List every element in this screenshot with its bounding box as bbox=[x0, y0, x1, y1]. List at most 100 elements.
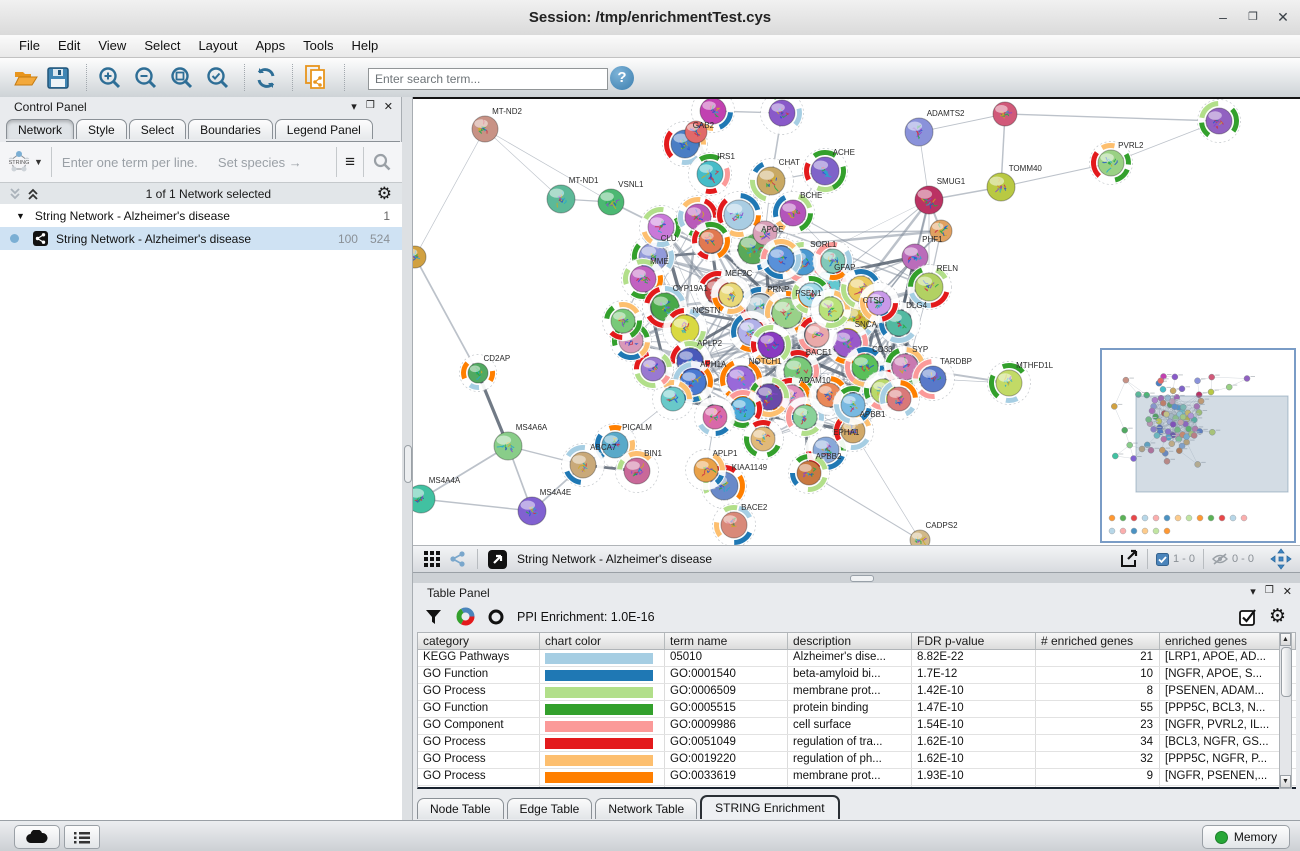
panel-menu-icon[interactable]: ▾ bbox=[1250, 585, 1256, 598]
set-species-label[interactable]: Set species → bbox=[218, 155, 302, 170]
birdseye-toggle-icon[interactable] bbox=[449, 550, 467, 568]
string-terms-input[interactable] bbox=[60, 154, 214, 171]
cloud-button[interactable] bbox=[14, 825, 60, 849]
maximize-button[interactable]: ❐ bbox=[1238, 0, 1268, 35]
table-row[interactable]: GO ComponentGO:0009986cell surface1.54E-… bbox=[418, 718, 1296, 735]
panel-menu-icon[interactable]: ▾ bbox=[351, 100, 357, 113]
scroll-up-arrow[interactable]: ▲ bbox=[1280, 633, 1291, 646]
zoom-in-icon[interactable] bbox=[96, 64, 124, 92]
column-header[interactable]: enriched genes bbox=[1160, 633, 1280, 649]
select-columns-icon[interactable] bbox=[1239, 608, 1257, 626]
network-row[interactable]: String Network - Alzheimer's disease 100… bbox=[0, 227, 402, 250]
tab-node-table[interactable]: Node Table bbox=[417, 798, 504, 819]
cell-term: 05010 bbox=[665, 650, 788, 666]
memory-button[interactable]: Memory bbox=[1202, 825, 1290, 849]
cell-genes: [IDE, KIAA1149... bbox=[1160, 786, 1280, 789]
network-from-clipboard-icon[interactable] bbox=[302, 64, 330, 92]
table-row[interactable]: GO ProcessGO:0051049regulation of tra...… bbox=[418, 735, 1296, 752]
ring-chart-icon[interactable] bbox=[487, 608, 505, 626]
cell-description: beta-amyloid m... bbox=[788, 786, 912, 789]
horizontal-splitter[interactable] bbox=[413, 573, 1300, 583]
refresh-icon[interactable] bbox=[252, 64, 280, 92]
menu-edit[interactable]: Edit bbox=[49, 35, 89, 57]
help-icon[interactable]: ? bbox=[610, 66, 634, 90]
svg-text:ADAM10: ADAM10 bbox=[799, 376, 832, 385]
string-source-selector[interactable]: STRING ▼ bbox=[6, 149, 43, 175]
tree-expanded-icon[interactable]: ▼ bbox=[16, 211, 25, 221]
network-collection-row[interactable]: ▼ String Network - Alzheimer's disease 1 bbox=[0, 204, 402, 227]
menu-tools[interactable]: Tools bbox=[294, 35, 342, 57]
svg-text:MT-ND1: MT-ND1 bbox=[569, 176, 599, 185]
birds-eye-view[interactable] bbox=[1100, 348, 1296, 543]
donut-chart-icon[interactable] bbox=[456, 607, 475, 626]
filter-icon[interactable] bbox=[425, 609, 442, 625]
table-row[interactable]: GO ProcessGO:0050435beta-amyloid m...2.0… bbox=[418, 786, 1296, 789]
save-session-icon[interactable] bbox=[44, 64, 72, 92]
scroll-thumb[interactable] bbox=[1281, 647, 1292, 697]
column-header[interactable]: # enriched genes bbox=[1036, 633, 1160, 649]
column-header[interactable]: chart color bbox=[540, 633, 665, 649]
hidden-count-badge: 0 - 0 bbox=[1204, 553, 1262, 565]
task-list-button[interactable] bbox=[64, 825, 100, 849]
tab-boundaries[interactable]: Boundaries bbox=[188, 119, 273, 139]
svg-text:APBB2: APBB2 bbox=[816, 452, 842, 461]
toolbar-separator bbox=[86, 64, 87, 91]
export-network-icon[interactable] bbox=[1119, 549, 1139, 569]
column-header[interactable]: description bbox=[788, 633, 912, 649]
collapse-all-icon[interactable] bbox=[8, 187, 22, 201]
menu-apps[interactable]: Apps bbox=[247, 35, 295, 57]
pan-tool-icon[interactable] bbox=[1270, 548, 1292, 570]
table-settings-gear-icon[interactable]: ⚙ bbox=[1269, 608, 1286, 626]
svg-text:MEF2C: MEF2C bbox=[725, 269, 752, 278]
close-panel-icon[interactable]: ✕ bbox=[1283, 585, 1292, 598]
column-header[interactable]: term name bbox=[665, 633, 788, 649]
table-row[interactable]: KEGG Pathways05010Alzheimer's dise...8.8… bbox=[418, 650, 1296, 667]
string-options-icon[interactable]: ≡ bbox=[345, 152, 355, 172]
table-scrollbar[interactable]: ▲ ▼ bbox=[1279, 632, 1292, 789]
network-panel-gear-icon[interactable]: ⚙ bbox=[377, 184, 392, 204]
table-row[interactable]: GO ProcessGO:0006509membrane prot...1.42… bbox=[418, 684, 1296, 701]
vertical-splitter[interactable] bbox=[402, 97, 413, 820]
zoom-selected-icon[interactable] bbox=[204, 64, 232, 92]
enrichment-table: categorychart colorterm namedescriptionF… bbox=[417, 632, 1296, 789]
splitter-grip[interactable] bbox=[404, 445, 412, 483]
tab-edge-table[interactable]: Edge Table bbox=[507, 798, 593, 819]
open-session-icon[interactable] bbox=[12, 64, 40, 92]
menu-help[interactable]: Help bbox=[343, 35, 388, 57]
table-row[interactable]: GO FunctionGO:0005515protein binding1.47… bbox=[418, 701, 1296, 718]
search-input[interactable] bbox=[368, 68, 608, 90]
string-search-icon[interactable] bbox=[372, 152, 392, 172]
close-panel-icon[interactable]: ✕ bbox=[384, 100, 393, 113]
string-search-row: STRING ▼ Set species → ≡ bbox=[0, 142, 402, 183]
column-header[interactable]: FDR p-value bbox=[912, 633, 1036, 649]
splitter-grip[interactable] bbox=[850, 575, 874, 582]
tab-legend-panel[interactable]: Legend Panel bbox=[275, 119, 373, 139]
tab-string-enrichment[interactable]: STRING Enrichment bbox=[700, 795, 839, 819]
zoom-out-icon[interactable] bbox=[132, 64, 160, 92]
close-button[interactable]: ✕ bbox=[1268, 0, 1298, 35]
selected-nodes-icon bbox=[1156, 553, 1169, 566]
scroll-down-arrow[interactable]: ▼ bbox=[1280, 775, 1291, 788]
table-row[interactable]: GO ProcessGO:0019220regulation of ph...1… bbox=[418, 752, 1296, 769]
float-panel-icon[interactable]: ❒ bbox=[1265, 585, 1274, 598]
tab-network-table[interactable]: Network Table bbox=[595, 798, 697, 819]
svg-text:VSNL1: VSNL1 bbox=[618, 180, 644, 189]
svg-text:NCSTN: NCSTN bbox=[693, 306, 721, 315]
menu-select[interactable]: Select bbox=[135, 35, 189, 57]
grid-view-icon[interactable] bbox=[423, 550, 441, 568]
detach-view-icon[interactable] bbox=[488, 550, 507, 569]
minimize-button[interactable]: – bbox=[1208, 0, 1238, 35]
table-row[interactable]: GO ProcessGO:0033619membrane prot...1.93… bbox=[418, 769, 1296, 786]
menu-view[interactable]: View bbox=[89, 35, 135, 57]
tab-style[interactable]: Style bbox=[76, 119, 127, 139]
network-canvas[interactable]: MT-ND2MT-ND1VSNL1GAB2IRS1CHATBCHEACHEADA… bbox=[413, 97, 1300, 545]
float-panel-icon[interactable]: ❒ bbox=[366, 100, 375, 113]
tab-network[interactable]: Network bbox=[6, 119, 74, 139]
menu-file[interactable]: File bbox=[10, 35, 49, 57]
table-row[interactable]: GO FunctionGO:0001540beta-amyloid bi...1… bbox=[418, 667, 1296, 684]
tab-select[interactable]: Select bbox=[129, 119, 186, 139]
column-header[interactable]: category bbox=[418, 633, 540, 649]
menu-layout[interactable]: Layout bbox=[189, 35, 246, 57]
expand-all-icon[interactable] bbox=[26, 187, 40, 201]
zoom-fit-icon[interactable] bbox=[168, 64, 196, 92]
